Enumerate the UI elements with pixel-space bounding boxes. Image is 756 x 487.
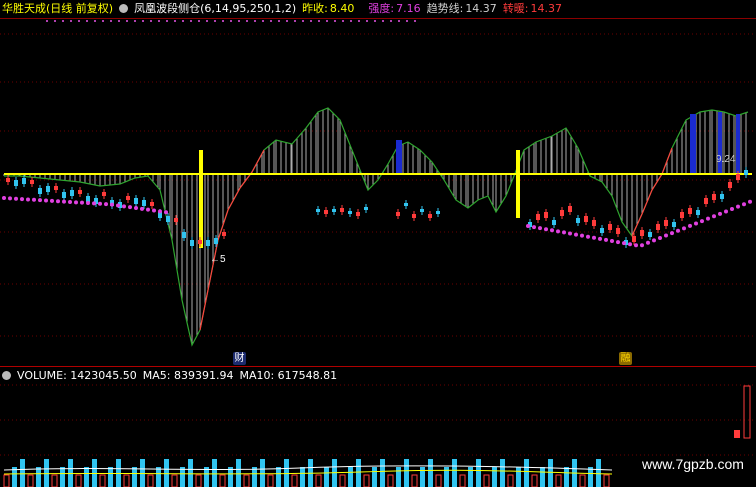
volume-bar [483,474,490,487]
volume-bar [300,467,305,487]
volume-bar [452,459,457,487]
volume-bar [579,474,586,487]
volume-bar [428,459,433,487]
volume-bar [188,459,193,487]
volume-bar [396,467,401,487]
volume-bar [108,467,113,487]
volume-bar [140,459,145,487]
volume-bar [387,474,394,487]
volume-bar [324,467,329,487]
volume-bar [372,467,377,487]
volume-bar [380,459,385,487]
volume-bar [228,467,233,487]
volume-bar [507,474,514,487]
volume-bar [123,474,130,487]
volume-bar [516,467,521,487]
volume-bar [555,474,562,487]
volume-bar-latest [743,385,751,439]
watermark: www.7gpzb.com [642,456,744,472]
volume-bar [236,459,241,487]
volume-bar [500,459,505,487]
volume-bar [20,459,25,487]
volume-bar [540,467,545,487]
volume-bar [476,459,481,487]
volume-bar [180,467,185,487]
volume-bar [315,474,322,487]
volume-bar [524,459,529,487]
volume-bar [435,474,442,487]
volume-bar [564,467,569,487]
volume-bar [548,459,553,487]
volume-bar [291,474,298,487]
volume-bar [411,474,418,487]
volume-bar [492,467,497,487]
volume-bar [36,467,41,487]
volume-bar [164,459,169,487]
volume-bar [99,474,106,487]
volume-bar [243,474,250,487]
volume-bar [531,474,538,487]
volume-bar [51,474,58,487]
volume-bar [252,467,257,487]
volume-bar [84,467,89,487]
volume-bar [204,467,209,487]
volume-bar [356,459,361,487]
stock-chart-window: 华胜天成(日线 前复权) 凤凰波段侧仓(6,14,95,250,1,2) 昨收: 8.… [0,0,756,487]
volume-bar [219,474,226,487]
volume-bar [147,474,154,487]
volume-bar [588,467,593,487]
volume-bar [596,459,601,487]
volume-chart-panel[interactable] [0,0,756,487]
volume-bar [60,467,65,487]
volume-bar [44,459,49,487]
volume-bar [603,474,610,487]
volume-bar-prev [734,430,740,438]
volume-bar [3,474,10,487]
volume-bar [27,474,34,487]
volume-bar [339,474,346,487]
volume-bar [75,474,82,487]
volume-bar [156,467,161,487]
volume-bar [195,474,202,487]
volume-bar [260,459,265,487]
volume-bar [459,474,466,487]
volume-bar [171,474,178,487]
volume-bar [212,459,217,487]
volume-bar [363,474,370,487]
volume-bar [348,467,353,487]
volume-bar [132,467,137,487]
volume-bar [404,459,409,487]
volume-bar [267,474,274,487]
volume-bar [276,467,281,487]
